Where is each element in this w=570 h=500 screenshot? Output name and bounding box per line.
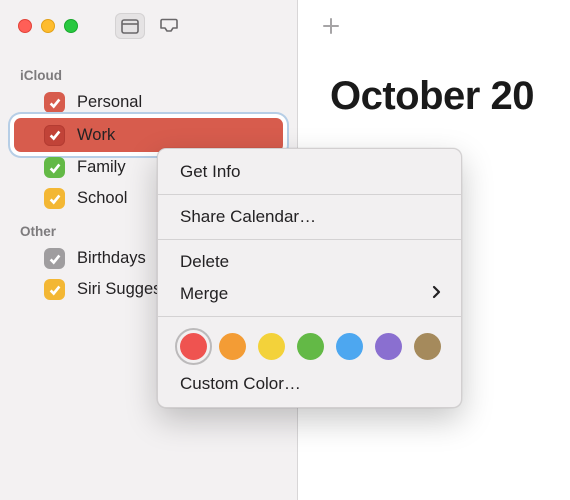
color-swatch-brown[interactable] [414,333,441,360]
color-swatch-orange[interactable] [219,333,246,360]
checkbox-icon[interactable] [44,92,65,113]
plus-icon [321,16,341,36]
zoom-window-button[interactable] [64,19,78,33]
calendar-icon [121,18,139,34]
calendar-item-personal[interactable]: Personal [0,87,297,118]
checkbox-icon[interactable] [44,188,65,209]
calendar-label: Work [77,126,269,145]
inbox-button[interactable] [154,13,184,39]
menu-separator [158,316,461,317]
menu-item-merge[interactable]: Merge [158,278,461,310]
menu-label: Custom Color… [180,374,301,394]
color-swatch-purple[interactable] [375,333,402,360]
page-title: October 20 [298,52,570,119]
checkbox-icon[interactable] [44,279,65,300]
color-swatch-green[interactable] [297,333,324,360]
color-swatch-blue[interactable] [336,333,363,360]
menu-separator [158,239,461,240]
menu-separator [158,194,461,195]
checkbox-icon[interactable] [44,125,65,146]
chevron-right-icon [432,284,441,304]
menu-label: Merge [180,284,228,304]
menu-label: Share Calendar… [180,207,316,227]
sidebar-toolbar [0,0,297,52]
calendars-toggle-button[interactable] [115,13,145,39]
menu-item-custom-color[interactable]: Custom Color… [158,368,461,400]
color-swatch-red[interactable] [180,333,207,360]
menu-item-share[interactable]: Share Calendar… [158,201,461,233]
color-swatch-yellow[interactable] [258,333,285,360]
section-header-icloud: iCloud [0,58,297,87]
color-swatches [158,323,461,368]
main-toolbar [298,0,570,52]
inbox-icon [159,18,179,34]
menu-label: Get Info [180,162,240,182]
add-event-button[interactable] [316,13,346,39]
close-window-button[interactable] [18,19,32,33]
menu-item-delete[interactable]: Delete [158,246,461,278]
minimize-window-button[interactable] [41,19,55,33]
menu-item-get-info[interactable]: Get Info [158,156,461,188]
calendar-label: Personal [77,93,283,112]
checkbox-icon[interactable] [44,248,65,269]
window-controls [18,19,78,33]
menu-label: Delete [180,252,229,272]
calendar-item-work[interactable]: Work [14,118,283,152]
context-menu: Get Info Share Calendar… Delete Merge Cu… [157,148,462,408]
checkbox-icon[interactable] [44,157,65,178]
